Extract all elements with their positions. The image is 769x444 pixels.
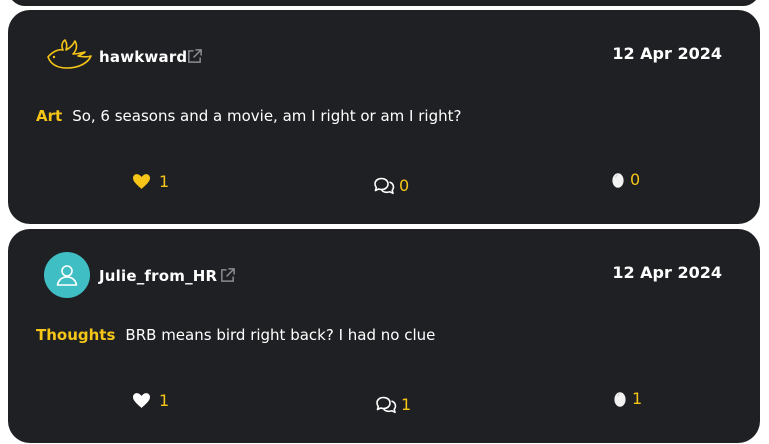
comment-button[interactable]: 1 (375, 395, 411, 414)
post-tag[interactable]: Art (36, 107, 62, 125)
comment-count: 1 (401, 395, 412, 414)
post-text: BRB means bird right back? I had no clue (125, 326, 436, 344)
username[interactable]: hawkward (99, 48, 187, 66)
post-body: Art So, 6 seasons and a movie, am I right… (36, 107, 461, 125)
egg-icon (612, 172, 624, 188)
post-tag[interactable]: Thoughts (36, 326, 115, 344)
post-date: 12 Apr 2024 (612, 44, 722, 63)
person-icon (56, 265, 78, 286)
egg-icon (614, 391, 626, 407)
egg-count: 0 (630, 170, 641, 189)
post-card: Julie_from_HR 12 Apr 2024 Thoughts BRB me… (8, 229, 760, 443)
heart-filled-icon (133, 174, 150, 189)
external-link-icon[interactable] (219, 267, 236, 284)
external-link-icon[interactable] (186, 48, 203, 65)
comments-icon (374, 177, 395, 194)
like-button[interactable]: 1 (133, 172, 169, 191)
avatar[interactable] (44, 252, 90, 298)
post-body: Thoughts BRB means bird right back? I had… (36, 326, 435, 344)
comment-button[interactable]: 0 (373, 176, 409, 195)
post-date: 12 Apr 2024 (612, 263, 722, 282)
avatar[interactable] (44, 34, 94, 74)
like-count: 1 (159, 172, 170, 191)
egg-count: 1 (632, 389, 643, 408)
heart-icon (133, 393, 150, 408)
username[interactable]: Julie_from_HR (99, 267, 217, 285)
comment-count: 0 (399, 176, 410, 195)
post-text: So, 6 seasons and a movie, am I right or… (72, 107, 462, 125)
like-count: 1 (159, 391, 170, 410)
previous-post-card (8, 0, 760, 6)
post-card: hawkward 12 Apr 2024 Art So, 6 seasons an… (8, 10, 760, 224)
egg-button[interactable]: 1 (614, 389, 642, 408)
like-button[interactable]: 1 (133, 391, 169, 410)
comments-icon (376, 396, 397, 413)
egg-button[interactable]: 0 (612, 170, 640, 189)
duck-icon (47, 39, 92, 69)
